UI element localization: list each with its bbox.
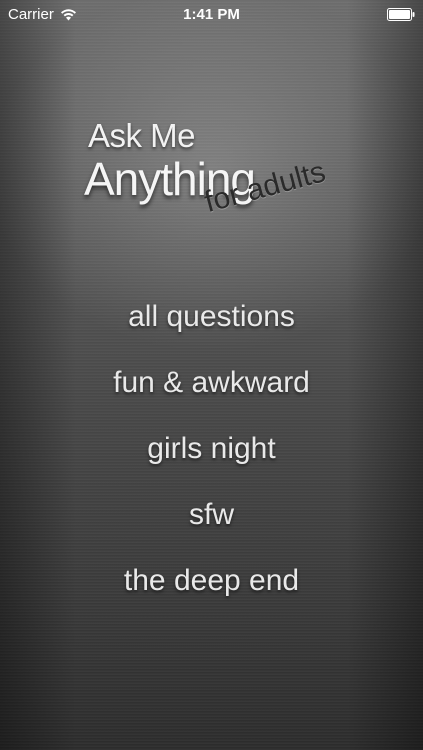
app-screen: Carrier 1:41 PM Ask Me Anything for adul… <box>0 0 423 750</box>
menu-item-deep-end[interactable]: the deep end <box>0 556 423 622</box>
menu-item-fun-awkward[interactable]: fun & awkward <box>0 358 423 424</box>
status-time: 1:41 PM <box>183 6 240 23</box>
menu-item-girls-night[interactable]: girls night <box>0 424 423 490</box>
category-menu: all questions fun & awkward girls night … <box>0 292 423 622</box>
menu-item-all-questions[interactable]: all questions <box>0 292 423 358</box>
battery-icon <box>387 8 415 21</box>
logo-line-ask-me: Ask Me <box>88 117 196 154</box>
app-logo: Ask Me Anything for adults <box>84 112 374 252</box>
menu-item-sfw[interactable]: sfw <box>0 490 423 556</box>
status-bar: Carrier 1:41 PM <box>0 0 423 30</box>
